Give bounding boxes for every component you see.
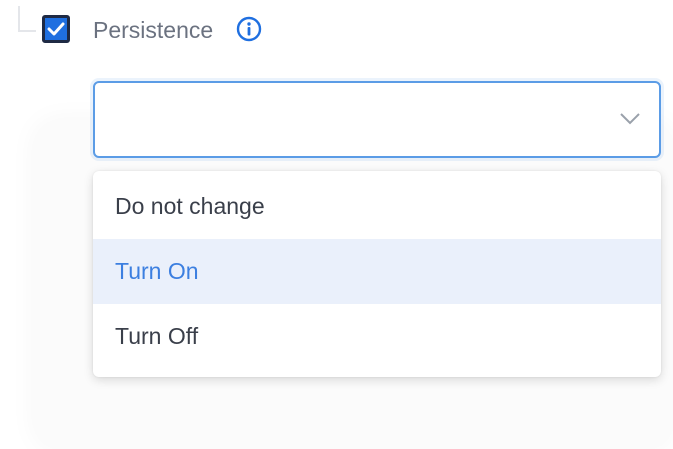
dropdown-option-turn-on[interactable]: Turn On [93, 239, 661, 304]
check-icon [47, 22, 65, 36]
dropdown-option-turn-off[interactable]: Turn Off [93, 304, 661, 369]
info-circle-icon[interactable] [236, 16, 262, 42]
persistence-checkbox[interactable] [42, 15, 70, 43]
tree-connector [18, 6, 36, 32]
dropdown-option-do-not-change[interactable]: Do not change [93, 174, 661, 239]
chevron-down-icon[interactable] [619, 112, 641, 126]
persistence-select[interactable] [93, 81, 661, 158]
persistence-label: Persistence [93, 17, 214, 43]
dropdown-menu: Do not change Turn On Turn Off [93, 171, 661, 377]
